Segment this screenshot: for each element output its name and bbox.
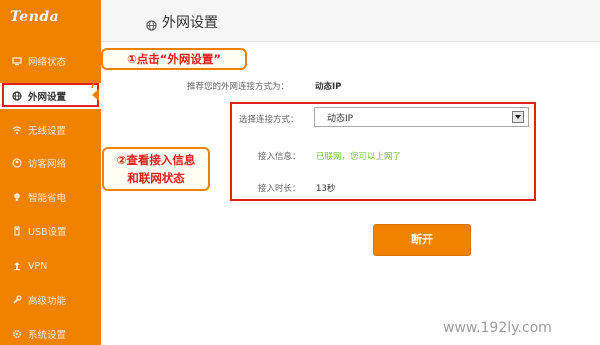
sidebar-item-label: 无线设置 [28, 126, 67, 137]
sidebar-item-label: 网络状态 [28, 57, 67, 68]
sidebar-item-vpn[interactable]: VPN [0, 253, 101, 279]
recommended-mode-value: 动态IP [315, 82, 342, 92]
router-admin-page: Tenda 网络状态 外网设置 无线设置 访客网络 智能省电 USB设置 VPN… [0, 0, 600, 345]
sidebar-item-wireless[interactable]: 无线设置 [0, 117, 101, 143]
sidebar-item-power-saving[interactable]: 智能省电 [0, 184, 101, 210]
chevron-down-icon[interactable] [512, 111, 524, 123]
recommended-mode-label: 推荐您的外网连接方式为： [187, 82, 290, 92]
bulb-icon [12, 192, 22, 202]
monitor-icon [12, 56, 22, 66]
callout-step-2-line2: 和联网状态 [127, 171, 185, 185]
sidebar-item-label: USB设置 [28, 227, 67, 238]
sidebar-item-advanced[interactable]: 高级功能 [0, 287, 101, 313]
wrench-icon [12, 295, 22, 305]
connection-mode-label: 选择连接方式： [239, 115, 299, 125]
active-item-highlight [2, 83, 99, 107]
guest-icon [12, 158, 22, 168]
wifi-icon [12, 125, 22, 135]
sidebar-item-label: VPN [28, 260, 48, 272]
callout-step-1-text: ①点击“外网设置” [127, 52, 221, 66]
access-duration-value: 13秒 [316, 184, 336, 194]
gear-icon [12, 329, 22, 339]
sidebar-item-label: 高级功能 [28, 296, 67, 307]
globe-icon [146, 16, 157, 31]
sidebar-item-label: 访客网络 [28, 159, 67, 170]
connection-mode-selected: 动态IP [327, 113, 354, 124]
access-duration-label: 接入时长： [258, 184, 301, 194]
watermark: www.192ly.com [443, 320, 552, 336]
callout-step-2-line1: ②查看接入信息 [116, 153, 196, 167]
access-info-label: 接入信息： [258, 152, 301, 162]
sidebar-item-system[interactable]: 系统设置 [0, 321, 101, 345]
sidebar-item-network-status[interactable]: 网络状态 [0, 48, 101, 74]
sidebar: Tenda 网络状态 外网设置 无线设置 访客网络 智能省电 USB设置 VPN… [0, 0, 101, 345]
callout-step-1: ①点击“外网设置” [101, 48, 247, 70]
usb-icon [12, 226, 22, 236]
vpn-icon [12, 261, 22, 271]
callout-step-2: ②查看接入信息 和联网状态 [102, 147, 210, 191]
page-title: 外网设置 [162, 15, 218, 31]
active-item-pointer [92, 89, 99, 101]
disconnect-button[interactable]: 断开 [373, 224, 471, 256]
sidebar-item-usb[interactable]: USB设置 [0, 218, 101, 244]
connection-mode-select[interactable]: 动态IP [314, 107, 529, 127]
sidebar-item-label: 系统设置 [28, 330, 67, 341]
access-info-value: 已联网，您可以上网了 [316, 152, 402, 162]
sidebar-item-guest-network[interactable]: 访客网络 [0, 150, 101, 176]
tenda-logo: Tenda [10, 9, 60, 25]
sidebar-item-label: 智能省电 [28, 193, 67, 204]
